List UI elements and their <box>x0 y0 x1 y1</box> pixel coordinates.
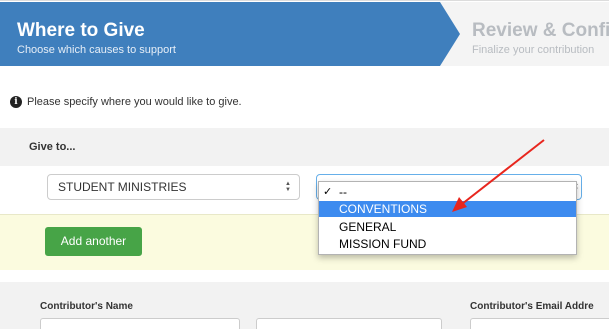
step-title: Review & Confi <box>472 20 609 41</box>
fund-select-value: STUDENT MINISTRIES <box>58 180 187 194</box>
checkmark-icon: ✓ <box>323 186 333 198</box>
dropdown-option[interactable]: MISSION FUND <box>319 236 576 252</box>
info-message: i Please specify where you would like to… <box>10 95 242 109</box>
sub-fund-dropdown-list: ✓ -- CONVENTIONS GENERAL MISSION FUND <box>318 181 577 255</box>
select-arrows-icon: ▲▼ <box>285 181 291 193</box>
step-subtitle: Choose which causes to support <box>17 44 176 56</box>
first-name-input[interactable] <box>40 318 240 329</box>
dropdown-option[interactable]: GENERAL <box>319 219 576 235</box>
contributor-name-label: Contributor's Name <box>40 301 133 312</box>
add-another-button[interactable]: Add another <box>45 227 142 256</box>
step-arrow <box>440 2 460 66</box>
give-to-heading: Give to... <box>29 141 76 153</box>
dropdown-option-highlighted[interactable]: CONVENTIONS <box>319 201 576 217</box>
give-to-panel-header: Give to... <box>0 128 609 166</box>
dropdown-option[interactable]: ✓ -- <box>319 184 576 200</box>
step-header: Where to Give Choose which causes to sup… <box>0 2 609 66</box>
contributor-email-label: Contributor's Email Addre <box>470 301 594 312</box>
info-icon: i <box>10 96 22 108</box>
last-name-input[interactable] <box>256 318 442 329</box>
step-subtitle: Finalize your contribution <box>472 44 595 56</box>
email-input[interactable] <box>470 318 609 329</box>
info-text: Please specify where you would like to g… <box>27 96 242 108</box>
step-title: Where to Give <box>17 20 145 41</box>
top-border <box>0 0 609 1</box>
fund-select[interactable]: STUDENT MINISTRIES ▲ ▼ <box>47 174 300 200</box>
